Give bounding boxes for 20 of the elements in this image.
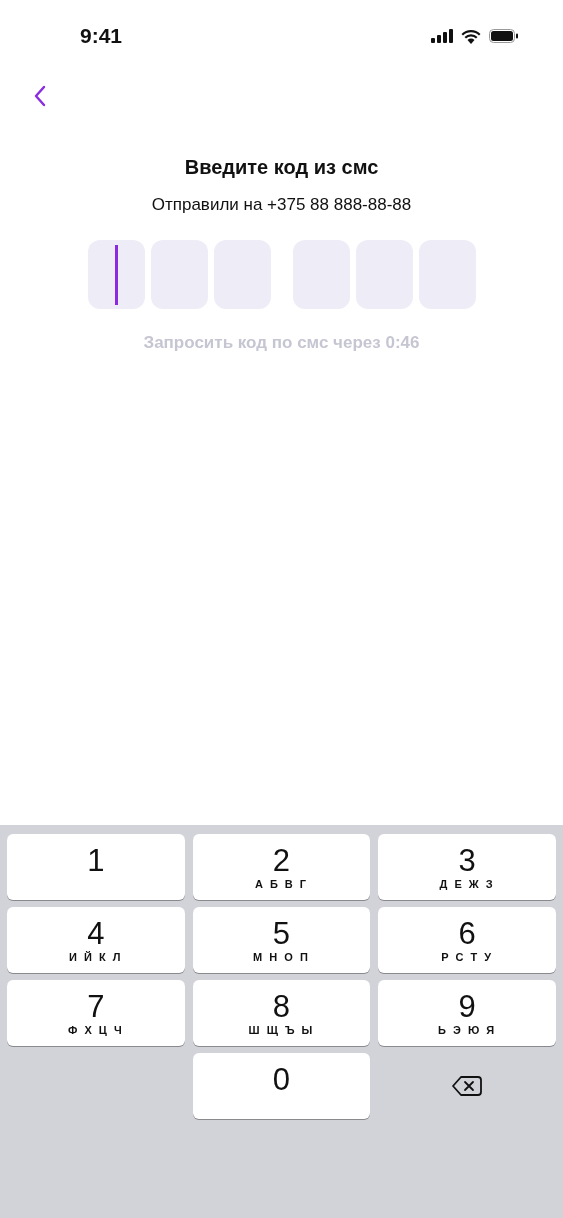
digit-key[interactable]: 0	[192, 1053, 371, 1119]
digit-key[interactable]: 6 Р С Т У	[378, 907, 556, 973]
digit-key[interactable]: 5 М Н О П	[192, 907, 371, 973]
digit-key[interactable]: 1	[7, 834, 185, 900]
battery-icon	[489, 29, 519, 43]
digit-key[interactable]: 8 Ш Щ Ъ Ы	[192, 980, 371, 1046]
screen-title: Введите код из смс	[183, 156, 380, 179]
digit-key[interactable]: 4 И Й К Л	[7, 907, 185, 973]
wifi-icon	[461, 28, 481, 44]
signal-icon	[431, 29, 453, 43]
digit-key[interactable]: 9 Ь Э Ю Я	[378, 980, 556, 1046]
digit-key[interactable]: 2 А Б В Г	[192, 834, 371, 900]
code-digit-field[interactable]	[87, 240, 145, 309]
phone-number-text: Отправили на +375 88 888-88-88	[150, 195, 413, 215]
resend-timer-text: Запросить код по смс через 0:46	[142, 333, 421, 353]
digit-key[interactable]: 7 Ф Х Ц Ч	[7, 980, 185, 1046]
digit-key[interactable]: 3 Д Е Ж З	[378, 834, 556, 900]
status-time: 9:41	[80, 24, 123, 48]
backspace-icon	[452, 1075, 483, 1097]
back-button[interactable]	[32, 84, 48, 108]
